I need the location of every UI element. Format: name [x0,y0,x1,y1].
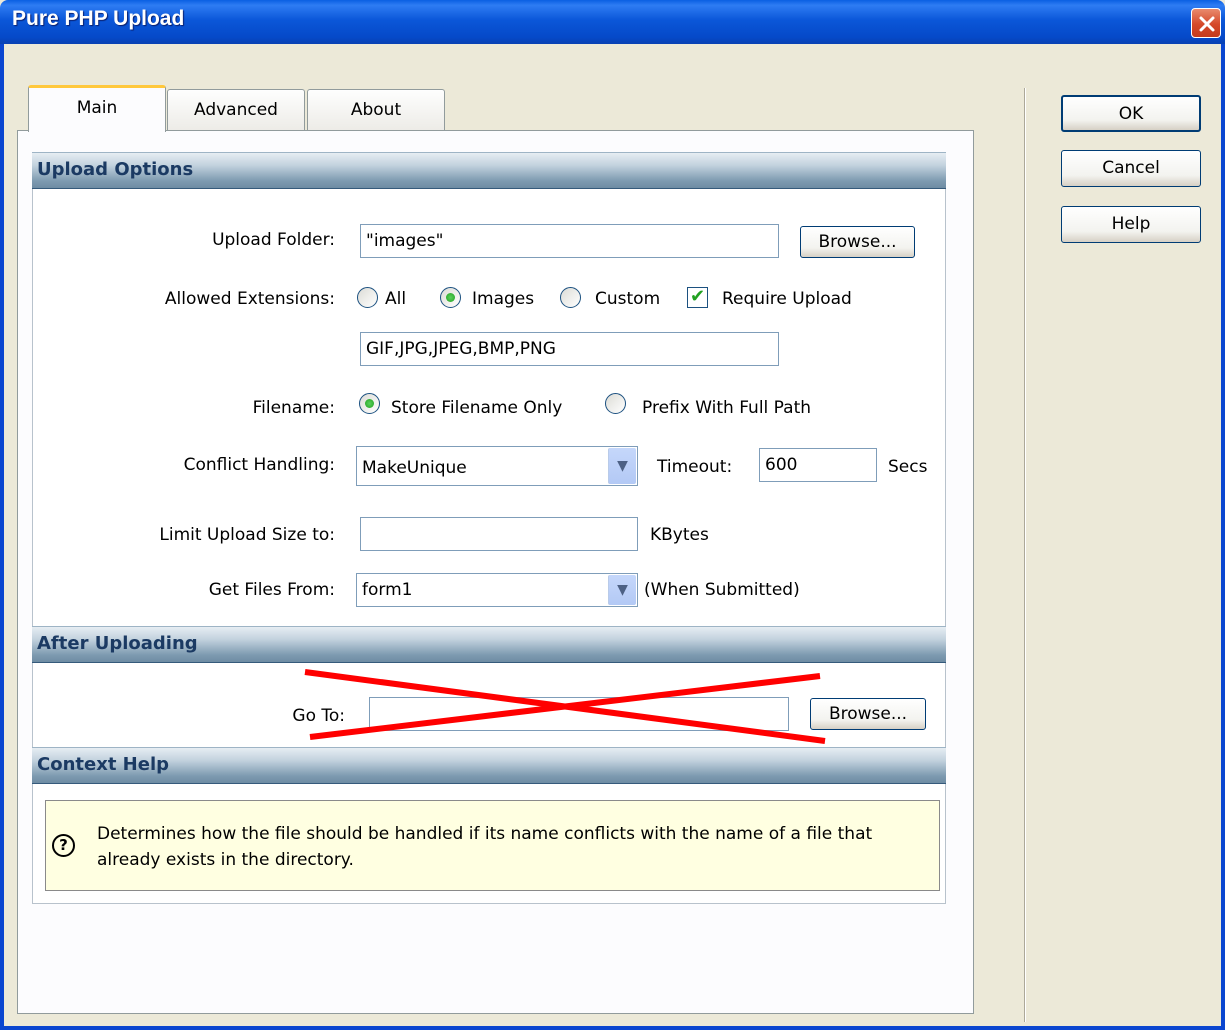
limit-upload-size-label: Limit Upload Size to: [159,525,335,545]
radio-store-filename-only-label: Store Filename Only [391,398,563,418]
upload-folder-browse-button[interactable]: Browse... [800,226,915,258]
radio-images-label: Images [472,289,535,309]
ok-button[interactable]: OK [1061,95,1201,132]
conflict-handling-label: Conflict Handling: [183,455,335,475]
close-button[interactable] [1191,8,1221,38]
chevron-down-icon[interactable]: ▼ [608,448,636,484]
title-bar: Pure PHP Upload [0,0,1225,44]
timeout-label: Timeout: [657,457,733,477]
radio-all-label: All [385,289,407,309]
get-files-from-select[interactable]: form1 ▼ [356,573,638,607]
filename-label: Filename: [252,398,335,418]
tab-main-label: Main [76,98,118,118]
goto-input[interactable] [369,697,789,731]
allowed-extensions-label: Allowed Extensions: [164,289,335,309]
window-frame-left [0,44,4,1030]
get-files-from-label: Get Files From: [208,580,335,600]
context-help-box: ? Determines how the file should be hand… [45,800,940,891]
limit-upload-size-input[interactable] [360,517,638,551]
get-files-from-note: (When Submitted) [644,580,800,600]
cancel-button[interactable]: Cancel [1061,150,1201,187]
tab-main[interactable]: Main [28,85,166,132]
context-help-text: Determines how the file should be handle… [97,824,873,870]
help-question-icon: ? [52,834,75,857]
tab-advanced[interactable]: Advanced [167,89,305,132]
section-header-after-uploading: After Uploading [32,626,946,663]
close-icon [1199,16,1215,32]
conflict-handling-value: MakeUnique [362,458,467,478]
upload-folder-input[interactable]: "images" [360,224,779,258]
require-upload-label: Require Upload [722,289,852,309]
upload-folder-label: Upload Folder: [212,230,335,250]
chevron-down-icon[interactable]: ▼ [608,575,636,605]
checkmark-icon: ✔ [689,286,706,307]
window-title: Pure PHP Upload [12,7,185,30]
section-header-upload-options: Upload Options [32,152,946,189]
vertical-separator [1024,88,1026,1022]
extensions-list-input[interactable]: GIF,JPG,JPEG,BMP,PNG [360,332,779,366]
tab-about[interactable]: About [307,89,445,132]
goto-label: Go To: [292,706,345,726]
radio-store-filename-only[interactable] [359,393,380,414]
radio-prefix-full-path[interactable] [605,393,626,414]
radio-images[interactable] [440,287,461,308]
timeout-input[interactable]: 600 [759,448,877,482]
window-frame-right [1221,44,1225,1030]
timeout-unit: Secs [888,457,928,477]
tab-about-label: About [350,100,402,120]
radio-custom[interactable] [560,287,581,308]
section-header-context-help: Context Help [32,747,946,784]
radio-custom-label: Custom [595,289,661,309]
conflict-handling-select[interactable]: MakeUnique ▼ [356,446,638,486]
help-button[interactable]: Help [1061,206,1201,243]
require-upload-checkbox[interactable]: ✔ [687,287,708,308]
tab-advanced-label: Advanced [194,100,278,120]
radio-prefix-full-path-label: Prefix With Full Path [642,398,812,418]
limit-upload-size-unit: KBytes [650,525,709,545]
get-files-from-value: form1 [362,580,413,600]
window-frame-bottom [0,1026,1225,1030]
goto-browse-button[interactable]: Browse... [810,698,926,730]
radio-all[interactable] [357,287,378,308]
